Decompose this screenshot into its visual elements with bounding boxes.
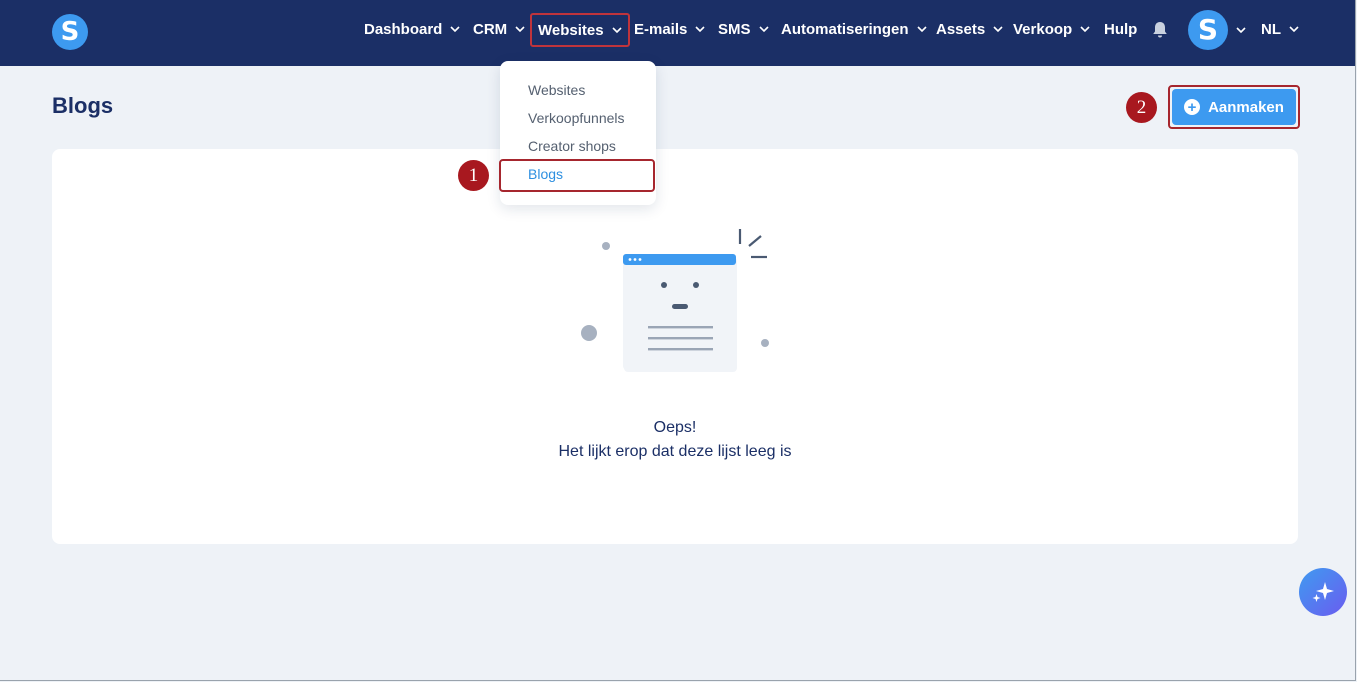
nav-item-hulp[interactable]: Hulp bbox=[1104, 14, 1137, 44]
nav-label: Assets bbox=[936, 20, 986, 38]
empty-state-title: Oeps! bbox=[653, 419, 697, 436]
language-label: NL bbox=[1261, 20, 1281, 38]
dropdown-item-verkoopfunnels[interactable]: Verkoopfunnels bbox=[528, 110, 625, 126]
language-selector[interactable]: NL bbox=[1261, 14, 1299, 44]
create-button-label: Aanmaken bbox=[1208, 98, 1284, 116]
chevron-down-icon bbox=[758, 26, 769, 33]
chevron-down-icon bbox=[1289, 26, 1299, 33]
chevron-down-icon bbox=[515, 26, 525, 33]
avatar-letter: S bbox=[1197, 13, 1219, 46]
empty-state-subtitle: Het lijkt erop dat deze lijst leeg is bbox=[558, 443, 792, 460]
nav-label: CRM bbox=[473, 20, 508, 38]
nav-item-crm[interactable]: CRM bbox=[473, 14, 525, 44]
chevron-down-icon bbox=[612, 27, 622, 34]
app-logo[interactable]: S bbox=[52, 14, 88, 50]
nav-label: Verkoop bbox=[1013, 20, 1073, 38]
top-navigation-bar: S Dashboard CRM Websites E-mails SMS Aut… bbox=[0, 0, 1356, 66]
step-marker-2: 2 bbox=[1126, 92, 1157, 123]
nav-label: Hulp bbox=[1104, 20, 1138, 38]
create-button[interactable]: + Aanmaken bbox=[1172, 89, 1296, 125]
nav-item-automatiseringen[interactable]: Automatiseringen bbox=[781, 14, 927, 44]
logo-letter: S bbox=[60, 17, 80, 47]
blogs-item-highlight bbox=[499, 159, 655, 192]
nav-item-sms[interactable]: SMS bbox=[718, 14, 769, 44]
dropdown-item-creator-shops[interactable]: Creator shops bbox=[528, 138, 616, 154]
nav-label: SMS bbox=[718, 20, 751, 38]
bell-icon[interactable] bbox=[1150, 20, 1170, 40]
nav-item-dashboard[interactable]: Dashboard bbox=[364, 14, 460, 44]
nav-item-assets[interactable]: Assets bbox=[936, 14, 1003, 44]
empty-state-illustration bbox=[581, 229, 769, 372]
chevron-down-icon bbox=[1080, 26, 1090, 33]
nav-item-verkoop[interactable]: Verkoop bbox=[1013, 14, 1090, 44]
page-title: Blogs bbox=[52, 93, 114, 118]
nav-label: Dashboard bbox=[364, 20, 443, 38]
plus-circle-icon: + bbox=[1184, 99, 1201, 115]
step-marker-1: 1 bbox=[458, 160, 489, 191]
dropdown-item-websites[interactable]: Websites bbox=[528, 82, 585, 98]
chevron-down-icon bbox=[993, 26, 1003, 33]
chevron-down-icon bbox=[695, 26, 705, 33]
nav-label: Websites bbox=[538, 21, 604, 39]
nav-item-emails[interactable]: E-mails bbox=[634, 14, 705, 44]
nav-label: Automatiseringen bbox=[781, 20, 909, 38]
user-avatar[interactable]: S bbox=[1188, 10, 1228, 50]
chevron-down-icon[interactable] bbox=[1236, 25, 1246, 35]
nav-label: E-mails bbox=[634, 20, 688, 38]
chevron-down-icon bbox=[450, 26, 460, 33]
sparkle-icon bbox=[1312, 582, 1334, 602]
ai-assistant-button[interactable] bbox=[1299, 568, 1347, 616]
chevron-down-icon bbox=[916, 26, 927, 33]
nav-item-websites[interactable]: Websites bbox=[530, 13, 630, 47]
